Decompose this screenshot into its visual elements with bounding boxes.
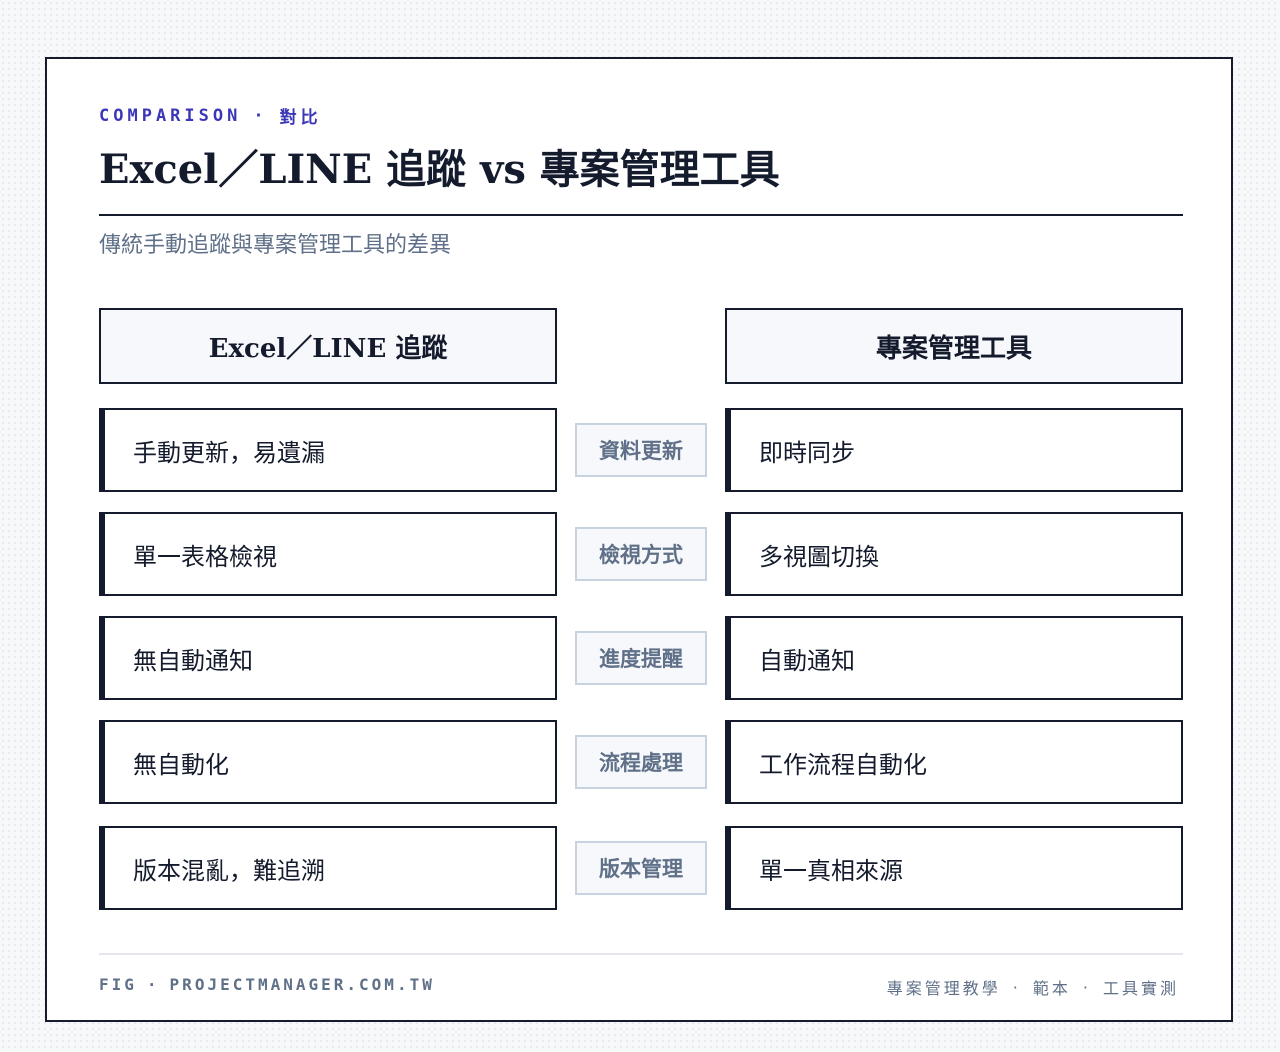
footer-separator: · — [146, 975, 160, 994]
right-cell: 工作流程自動化 — [725, 720, 1183, 804]
footer-tag-separator: · — [1082, 977, 1091, 997]
category-tag: 版本管理 — [575, 841, 707, 895]
right-cell: 自動通知 — [725, 616, 1183, 700]
footer-site: PROJECTMANAGER.COM.TW — [169, 975, 435, 994]
category-tag: 進度提醒 — [575, 631, 707, 685]
right-cell: 多視圖切換 — [725, 512, 1183, 596]
comparison-card: COMPARISON · 對比 Excel／LINE 追蹤 vs 專案管理工具 … — [45, 57, 1233, 1022]
footer-source: FIG · PROJECTMANAGER.COM.TW — [99, 975, 435, 994]
category-tag: 流程處理 — [575, 735, 707, 789]
left-cell: 手動更新，易遺漏 — [99, 408, 557, 492]
comparison-rows: 手動更新，易遺漏 資料更新 即時同步單一表格檢視 檢視方式 多視圖切換無自動通知 進度提醒… — [47, 59, 1231, 1020]
footer-tag-separator: · — [1012, 977, 1021, 997]
footer-fig-label: FIG — [99, 975, 137, 994]
left-cell: 單一表格檢視 — [99, 512, 557, 596]
category-tag: 資料更新 — [575, 423, 707, 477]
left-cell: 無自動化 — [99, 720, 557, 804]
right-cell: 即時同步 — [725, 408, 1183, 492]
left-cell: 無自動通知 — [99, 616, 557, 700]
category-tag: 檢視方式 — [575, 527, 707, 581]
footer-divider — [99, 953, 1183, 955]
footer-tag: 範本 — [1032, 979, 1071, 998]
footer-tag: 工具實測 — [1102, 979, 1179, 998]
right-cell: 單一真相來源 — [725, 826, 1183, 910]
left-cell: 版本混亂，難追溯 — [99, 826, 557, 910]
footer-tags: 專案管理教學 · 範本 · 工具實測 — [887, 975, 1179, 999]
footer-tag: 專案管理教學 — [886, 979, 1001, 998]
